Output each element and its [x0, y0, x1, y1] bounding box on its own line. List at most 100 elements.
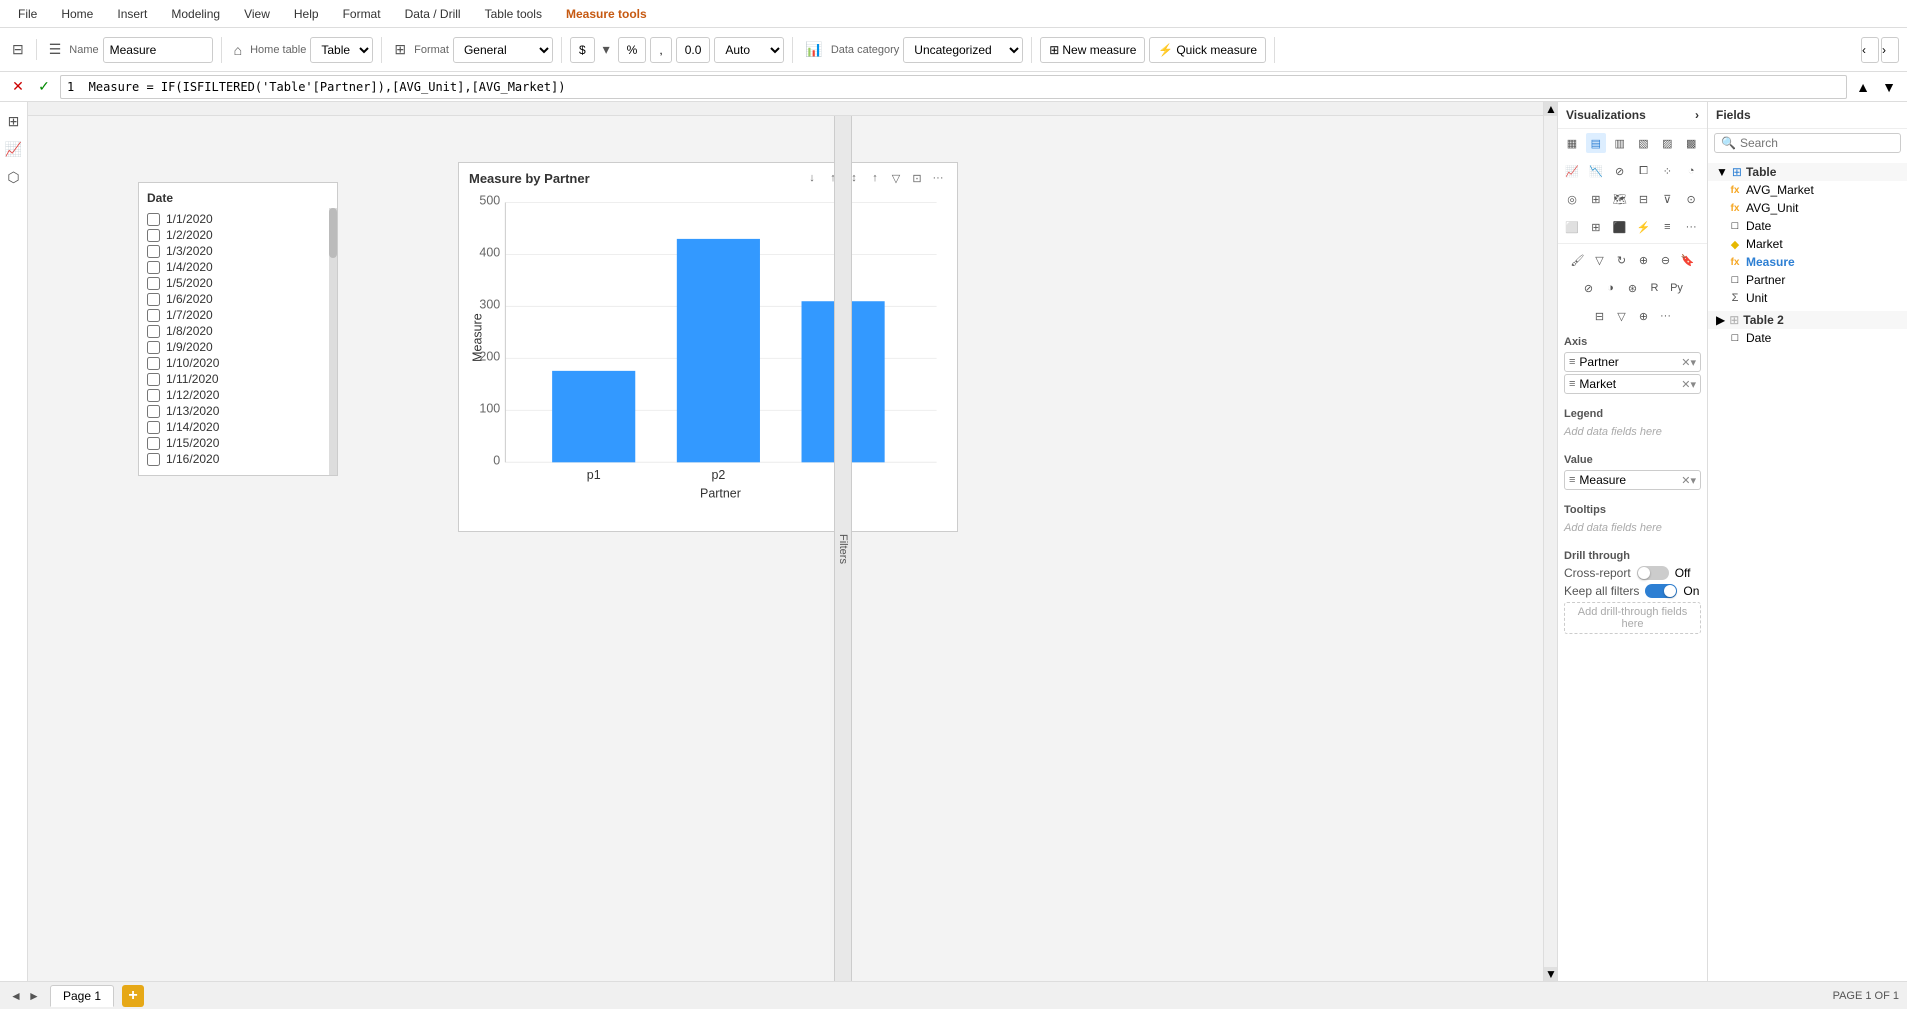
viz-more[interactable]: ···: [1681, 217, 1701, 237]
page-next-btn[interactable]: ►: [26, 988, 42, 1004]
date-checkbox[interactable]: [147, 309, 160, 322]
date-checkbox[interactable]: [147, 277, 160, 290]
date-checkbox[interactable]: [147, 389, 160, 402]
menu-home[interactable]: Home: [51, 3, 103, 25]
page-1-tab[interactable]: Page 1: [50, 985, 114, 1007]
menu-measure-tools[interactable]: Measure tools: [556, 3, 657, 25]
menu-view[interactable]: View: [234, 3, 280, 25]
viz-tool-format[interactable]: 🖌: [1568, 250, 1588, 270]
menu-help[interactable]: Help: [284, 3, 329, 25]
value-field-measure-remove[interactable]: ✕: [1681, 474, 1690, 487]
menu-file[interactable]: File: [8, 3, 47, 25]
date-checkbox[interactable]: [147, 261, 160, 274]
viz-tool-3[interactable]: ◑: [1601, 278, 1621, 298]
fields-item-partner[interactable]: □ Partner: [1708, 271, 1907, 289]
date-checkbox[interactable]: [147, 421, 160, 434]
viz-expand-icon[interactable]: ›: [1695, 108, 1699, 122]
viz-ribbon[interactable]: ⊘: [1610, 161, 1630, 181]
viz-tool-filter[interactable]: ▽: [1590, 250, 1610, 270]
fields-item-measure[interactable]: fx Measure: [1708, 253, 1907, 271]
menu-table-tools[interactable]: Table tools: [475, 3, 552, 25]
viz-kpi[interactable]: ⚡: [1634, 217, 1654, 237]
viz-funnel[interactable]: ⊽: [1657, 189, 1677, 209]
viz-100-bar[interactable]: ▥: [1610, 133, 1630, 153]
viz-donut[interactable]: ◎: [1562, 189, 1582, 209]
date-checkbox[interactable]: [147, 437, 160, 450]
viz-tool-refresh[interactable]: ↻: [1612, 250, 1632, 270]
viz-clustered-col[interactable]: ▨: [1657, 133, 1677, 153]
date-checkbox[interactable]: [147, 229, 160, 242]
viz-tool-collapse[interactable]: ⊖: [1656, 250, 1676, 270]
new-measure-btn[interactable]: ⊞ New measure: [1040, 37, 1145, 63]
date-checkbox[interactable]: [147, 341, 160, 354]
date-scrollbar[interactable]: [329, 208, 337, 475]
cross-report-toggle[interactable]: [1637, 566, 1669, 580]
axis-field-market-chevron[interactable]: ▾: [1690, 378, 1696, 391]
date-checkbox[interactable]: [147, 213, 160, 226]
currency-btn[interactable]: $: [570, 37, 595, 63]
search-input[interactable]: [1740, 136, 1894, 150]
filter-icon[interactable]: ▽: [887, 169, 905, 187]
filters-panel[interactable]: Filters: [834, 116, 852, 981]
fields-item-table2-date[interactable]: □ Date: [1708, 329, 1907, 347]
left-icon-model[interactable]: ⬡: [3, 166, 25, 188]
comma-btn[interactable]: ,: [650, 37, 671, 63]
viz-tool-7[interactable]: ⊟: [1590, 306, 1610, 326]
viz-tool-10[interactable]: ···: [1656, 306, 1676, 326]
more-icon[interactable]: ···: [929, 169, 947, 187]
menu-modeling[interactable]: Modeling: [161, 3, 230, 25]
axis-field-market-remove[interactable]: ✕: [1681, 378, 1690, 391]
auto-select[interactable]: Auto: [714, 37, 784, 63]
scroll-left-btn[interactable]: ‹: [1861, 37, 1879, 63]
drill-up-icon[interactable]: ↑: [866, 169, 884, 187]
viz-table[interactable]: ⊞: [1586, 217, 1606, 237]
viz-treemap[interactable]: ⊞: [1586, 189, 1606, 209]
viz-tool-5[interactable]: R: [1645, 278, 1665, 298]
data-category-select[interactable]: Uncategorized: [903, 37, 1023, 63]
left-icon-chart[interactable]: 📈: [3, 138, 25, 160]
viz-map[interactable]: 🗺: [1610, 189, 1630, 209]
formula-confirm-btn[interactable]: ✓: [34, 77, 54, 97]
viz-scatter[interactable]: ⁘: [1657, 161, 1677, 181]
viz-slicer[interactable]: ≡: [1657, 217, 1677, 237]
add-page-btn[interactable]: +: [122, 985, 144, 1007]
fields-item-unit[interactable]: Σ Unit: [1708, 289, 1907, 307]
date-checkbox[interactable]: [147, 373, 160, 386]
bar-p2[interactable]: [677, 239, 760, 462]
date-checkbox[interactable]: [147, 293, 160, 306]
viz-stacked-bar[interactable]: ▦: [1562, 133, 1582, 153]
viz-gauge[interactable]: ⊙: [1681, 189, 1701, 209]
viz-tool-6[interactable]: Py: [1667, 278, 1687, 298]
scroll-right-btn[interactable]: ›: [1881, 37, 1899, 63]
viz-pie[interactable]: ◔: [1681, 161, 1701, 181]
format-select[interactable]: General: [453, 37, 553, 63]
page-prev-btn[interactable]: ◄: [8, 988, 24, 1004]
date-checkbox[interactable]: [147, 325, 160, 338]
percent-btn[interactable]: %: [618, 37, 647, 63]
formula-input[interactable]: [60, 75, 1847, 99]
fields-item-date[interactable]: □ Date: [1708, 217, 1907, 235]
formula-cancel-btn[interactable]: ✕: [8, 77, 28, 97]
viz-line[interactable]: 📈: [1562, 161, 1582, 181]
viz-waterfall[interactable]: ⧠: [1634, 161, 1654, 181]
name-input[interactable]: [103, 37, 213, 63]
date-checkbox[interactable]: [147, 453, 160, 466]
viz-tool-bookmark[interactable]: 🔖: [1678, 250, 1698, 270]
viz-matrix[interactable]: ⬛: [1610, 217, 1630, 237]
viz-100-col[interactable]: ▩: [1681, 133, 1701, 153]
viz-card[interactable]: ⬜: [1562, 217, 1582, 237]
viz-tool-expand[interactable]: ⊕: [1634, 250, 1654, 270]
date-checkbox[interactable]: [147, 357, 160, 370]
date-scroll-thumb[interactable]: [329, 208, 337, 258]
viz-stacked-col[interactable]: ▧: [1634, 133, 1654, 153]
menu-format[interactable]: Format: [333, 3, 391, 25]
viz-filled-map[interactable]: ⊟: [1634, 189, 1654, 209]
fields-item-market[interactable]: ◆ Market: [1708, 235, 1907, 253]
formula-collapse-btn[interactable]: ▼: [1879, 77, 1899, 97]
decimal-btn[interactable]: 0.0: [676, 37, 711, 63]
fields-item-avg-market[interactable]: fx AVG_Market: [1708, 181, 1907, 199]
left-icon-table[interactable]: ⊞: [3, 110, 25, 132]
menu-insert[interactable]: Insert: [107, 3, 157, 25]
axis-field-partner-chevron[interactable]: ▾: [1690, 356, 1696, 369]
viz-area[interactable]: 📉: [1586, 161, 1606, 181]
